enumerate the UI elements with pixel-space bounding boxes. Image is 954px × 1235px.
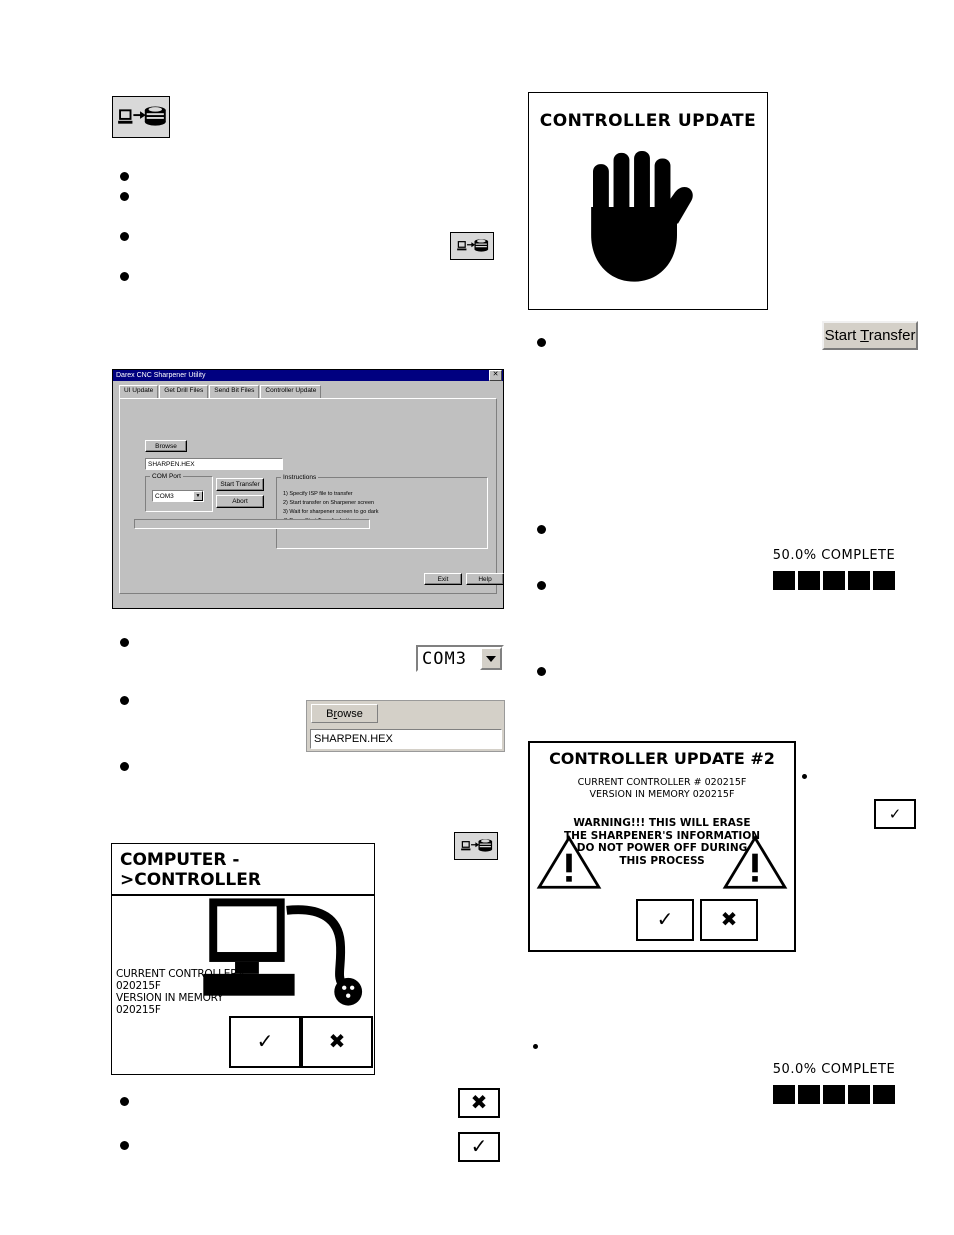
accept-button-standalone[interactable]: ✓	[458, 1132, 500, 1162]
tabstrip[interactable]: UI Update Get Drill Files Send Bit Files…	[113, 385, 503, 398]
instructions-label: Instructions	[281, 474, 319, 481]
instruction-2: 2) Start transfer on Sharpener screen	[283, 500, 375, 506]
cancel-button[interactable]: ✖	[301, 1016, 373, 1068]
browse-button[interactable]: Browse	[145, 440, 187, 452]
current-controller-value: 020215F	[116, 980, 161, 992]
com-port-value: COM3	[155, 492, 174, 500]
controller-update-screen: CONTROLLER UPDATE	[528, 92, 768, 310]
computer-controller-screen: COMPUTER ->CONTROLLER CURRENT CONTROLLER…	[111, 843, 375, 1075]
hex-file-field[interactable]: SHARPEN.HEX	[145, 458, 283, 470]
browse-button-label: Browse	[326, 707, 363, 720]
list-bullet	[537, 581, 546, 590]
com-port-group: COM Port COM3 ▼	[145, 473, 213, 512]
window-title: Darex CNC Sharpener Utility	[116, 372, 206, 379]
browse-panel: Browse SHARPEN.HEX	[306, 700, 505, 752]
transfer-icon-large	[112, 96, 170, 138]
start-transfer-label: Start Transfer	[824, 327, 916, 344]
instruction-3: 3) Wait for sharpener screen to go dark	[283, 509, 379, 515]
progress-indicator-1: 50.0% COMPLETE	[752, 548, 916, 590]
stop-hand-icon	[591, 151, 693, 282]
current-controller-label: CURRENT CONTROLLER#	[116, 968, 246, 980]
list-bullet	[537, 338, 546, 347]
accept-button[interactable]: ✓	[229, 1016, 301, 1068]
sharpener-utility-window[interactable]: Darex CNC Sharpener Utility ✕ UI Update …	[112, 369, 504, 609]
chevron-down-icon[interactable]: ▼	[193, 491, 203, 501]
warning-triangle-left-icon	[536, 835, 602, 889]
list-bullet-small	[802, 774, 807, 779]
abort-button[interactable]: Abort	[216, 495, 264, 508]
list-bullet	[120, 638, 129, 647]
transfer-icon-inline-1	[450, 232, 494, 260]
controller-update-2-screen: CONTROLLER UPDATE #2 CURRENT CONTROLLER …	[528, 741, 796, 952]
list-bullet	[120, 192, 129, 201]
tab-send-bit-files[interactable]: Send Bit Files	[209, 385, 260, 398]
help-button[interactable]: Help	[466, 573, 504, 585]
version-in-memory-label: VERSION IN MEMORY	[116, 992, 224, 1004]
com-port-value-large: COM3	[422, 648, 467, 669]
list-bullet	[120, 1141, 129, 1150]
exit-button[interactable]: Exit	[424, 573, 462, 585]
controller-update-2-title: CONTROLLER UPDATE #2	[549, 749, 775, 768]
list-bullet	[120, 172, 129, 181]
progress-blocks-2	[752, 1085, 916, 1104]
progress-label-1: 50.0% COMPLETE	[772, 548, 896, 563]
chevron-down-icon[interactable]	[480, 647, 502, 670]
tab-get-drill-files[interactable]: Get Drill Files	[159, 385, 209, 398]
list-bullet	[120, 696, 129, 705]
instruction-1: 1) Specify ISP file to transfer	[283, 491, 353, 497]
list-bullet	[120, 232, 129, 241]
start-transfer-button[interactable]: Start Transfer	[216, 478, 264, 491]
list-bullet	[537, 667, 546, 676]
window-titlebar: Darex CNC Sharpener Utility ✕	[113, 370, 503, 381]
list-bullet	[120, 1097, 129, 1106]
warning-line-1: WARNING!!! THIS WILL ERASE	[573, 817, 751, 829]
progress-label-2: 50.0% COMPLETE	[772, 1062, 896, 1077]
accept-button-standalone-right[interactable]: ✓	[874, 799, 916, 829]
instructions-group: Instructions 1) Specify ISP file to tran…	[276, 474, 488, 549]
start-transfer-button-large[interactable]: Start Transfer	[822, 321, 918, 350]
controller-update-title: CONTROLLER UPDATE	[539, 111, 757, 131]
cancel-button-standalone[interactable]: ✖	[458, 1088, 500, 1118]
controller-update-panel: Browse SHARPEN.HEX COM Port COM3 ▼ Start…	[119, 398, 504, 594]
list-bullet	[537, 525, 546, 534]
close-icon[interactable]: ✕	[489, 370, 502, 381]
com-port-group-label: COM Port	[150, 473, 183, 480]
list-bullet	[120, 762, 129, 771]
warning-triangle-right-icon	[722, 835, 788, 889]
browse-button-large[interactable]: Browse	[311, 704, 378, 723]
progress-blocks-1	[752, 571, 916, 590]
version-in-memory-value: 020215F	[116, 1004, 161, 1016]
com-port-combo-large[interactable]: COM3	[416, 645, 504, 672]
cancel-button-update2[interactable]: ✖	[700, 899, 758, 941]
version-in-memory-line: VERSION IN MEMORY 020215F	[589, 789, 735, 800]
hex-file-field-large[interactable]: SHARPEN.HEX	[310, 729, 502, 749]
current-controller-line: CURRENT CONTROLLER # 020215F	[577, 777, 747, 788]
progress-indicator-2: 50.0% COMPLETE	[752, 1062, 916, 1104]
list-bullet-small	[533, 1044, 538, 1049]
transfer-icon-inline-2	[454, 832, 498, 860]
com-port-combo[interactable]: COM3 ▼	[152, 490, 204, 502]
accept-button-update2[interactable]: ✓	[636, 899, 694, 941]
transfer-progress-bar	[134, 519, 370, 529]
tab-controller-update[interactable]: Controller Update	[260, 385, 322, 398]
list-bullet	[120, 272, 129, 281]
tab-ui-update[interactable]: UI Update	[119, 385, 159, 398]
